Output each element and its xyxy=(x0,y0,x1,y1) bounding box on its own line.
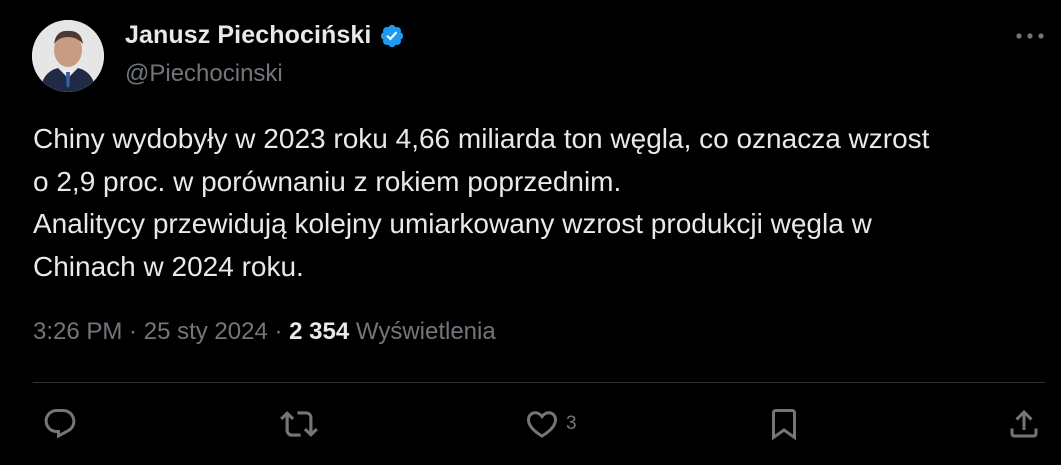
heart-icon xyxy=(526,411,558,438)
like-button[interactable]: 3 xyxy=(524,404,577,444)
author-handle[interactable]: @Piechocinski xyxy=(125,60,283,88)
tweet-date[interactable]: 25 sty 2024 xyxy=(144,318,268,345)
retweet-icon xyxy=(280,411,318,437)
verified-badge-icon[interactable] xyxy=(379,23,405,49)
reply-icon xyxy=(44,409,76,439)
tweet-text-line: Chiny wydobyły w 2023 roku 4,66 miliarda… xyxy=(33,123,930,154)
bookmark-button[interactable] xyxy=(766,404,808,444)
like-count: 3 xyxy=(566,413,577,434)
avatar-image xyxy=(32,20,104,92)
tweet-card: Janusz Piechociński @Piechocinski Chiny … xyxy=(0,0,1061,465)
views-count: 2 354 xyxy=(289,318,350,345)
tweet-text: Chiny wydobyły w 2023 roku 4,66 miliarda… xyxy=(33,118,1043,288)
author-name-row: Janusz Piechociński xyxy=(125,21,405,50)
divider xyxy=(33,382,1045,383)
meta-separator: · xyxy=(122,318,144,345)
tweet-text-line: Analitycy przewidują kolejny umiarkowany… xyxy=(33,208,872,239)
tweet-text-line: Chinach w 2024 roku. xyxy=(33,250,304,282)
avatar[interactable] xyxy=(32,20,104,92)
reply-button[interactable] xyxy=(42,404,84,444)
tweet-time[interactable]: 3:26 PM xyxy=(33,318,122,345)
author-name[interactable]: Janusz Piechociński xyxy=(125,21,371,50)
bookmark-icon xyxy=(772,409,796,441)
tweet-meta: 3:26 PM · 25 sty 2024 · 2 354 Wyświetlen… xyxy=(33,318,496,346)
views-label: Wyświetlenia xyxy=(355,318,496,345)
more-options-icon[interactable] xyxy=(1013,22,1047,50)
tweet-text-line: o 2,9 proc. w porównaniu z rokiem poprze… xyxy=(33,165,622,197)
share-button[interactable] xyxy=(1006,404,1048,444)
meta-separator: · xyxy=(267,318,290,345)
retweet-button[interactable] xyxy=(280,404,324,444)
share-icon xyxy=(1010,409,1038,438)
